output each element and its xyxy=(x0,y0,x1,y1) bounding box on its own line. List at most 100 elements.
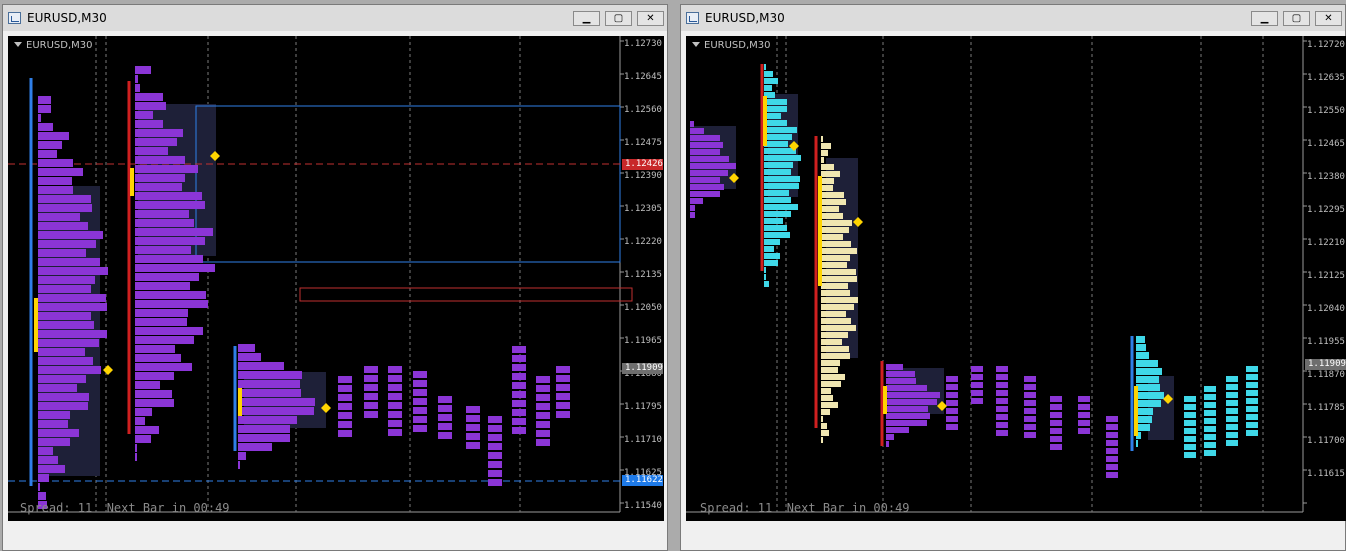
tpo-profile-cream xyxy=(821,234,843,240)
tpo-letter xyxy=(1050,412,1062,418)
tpo-profile-1 xyxy=(38,177,72,185)
chart-window-right[interactable]: EURUSD,M30 ▁ ▢ ✕ EURUSD,M30 1.12720 1.126… xyxy=(680,4,1346,551)
tpo-profile-cyan xyxy=(764,246,774,252)
tpo-profile-2 xyxy=(135,120,163,128)
poc-marker xyxy=(34,298,38,352)
tpo-letter xyxy=(388,366,402,373)
tpo-letter xyxy=(536,376,550,383)
tpo-profile-1 xyxy=(38,492,46,500)
chart-canvas[interactable] xyxy=(8,36,664,521)
tpo-letter xyxy=(536,439,550,446)
tpo-letter xyxy=(338,376,352,383)
price-axis-label: 1.12380 xyxy=(1307,172,1345,182)
horizontal-scrollbar[interactable] xyxy=(3,539,667,550)
price-tag: 1.12426 xyxy=(622,159,663,170)
tpo-letter xyxy=(1106,472,1118,478)
tpo-letter xyxy=(1204,418,1216,424)
tpo-profile-purple xyxy=(690,163,736,169)
tpo-letter xyxy=(1226,400,1238,406)
tpo-letter xyxy=(1204,386,1216,392)
tpo-profile-3 xyxy=(238,398,315,406)
minimize-button[interactable]: ▁ xyxy=(573,11,600,26)
tpo-profile-cream xyxy=(821,213,843,219)
tpo-letter xyxy=(946,376,958,382)
price-axis-label: 1.11965 xyxy=(624,336,662,346)
tpo-letter xyxy=(1246,422,1258,428)
tpo-letter xyxy=(996,406,1008,412)
price-tag: 1.11909 xyxy=(622,363,663,374)
tpo-profile-2 xyxy=(135,354,181,362)
tpo-letter xyxy=(1024,416,1036,422)
tpo-profile-cream xyxy=(821,143,831,149)
tpo-letter xyxy=(1204,426,1216,432)
tpo-profile-cyan xyxy=(764,190,789,196)
tpo-profile-cream xyxy=(821,297,858,303)
tpo-letter xyxy=(438,432,452,439)
tpo-profile-purple xyxy=(886,371,915,377)
tpo-profile-cream xyxy=(821,437,823,443)
tpo-letter xyxy=(388,420,402,427)
tpo-profile-purple xyxy=(690,177,720,183)
tpo-profile-2 xyxy=(135,75,138,83)
poc-marker xyxy=(763,96,767,146)
tpo-profile-cyan xyxy=(1136,416,1152,423)
close-button[interactable]: ✕ xyxy=(637,11,664,26)
tpo-profile-1 xyxy=(38,429,79,437)
maximize-button[interactable]: ▢ xyxy=(1283,11,1310,26)
tpo-profile-2 xyxy=(135,129,183,137)
tpo-letter xyxy=(946,408,958,414)
tpo-profile-cream xyxy=(821,276,857,282)
price-chart[interactable]: EURUSD,M30 1.12730 1.12645 1.12560 1.12475 1… xyxy=(8,36,664,521)
price-axis-label: 1.11955 xyxy=(1307,337,1345,347)
tpo-letter xyxy=(1024,400,1036,406)
tpo-profile-2 xyxy=(135,336,194,344)
window-title: EURUSD,M30 xyxy=(705,11,785,25)
tpo-letter xyxy=(996,414,1008,420)
maximize-button[interactable]: ▢ xyxy=(605,11,632,26)
tpo-letter xyxy=(466,415,480,422)
price-chart[interactable]: EURUSD,M30 1.12720 1.12635 1.12550 1.12465 1… xyxy=(686,36,1346,521)
tpo-letter xyxy=(1184,436,1196,442)
price-axis-label: 1.12135 xyxy=(624,270,662,280)
tpo-profile-cream xyxy=(821,423,827,429)
minimize-button[interactable]: ▁ xyxy=(1251,11,1278,26)
tpo-profile-1 xyxy=(38,348,85,356)
chart-symbol-label[interactable]: EURUSD,M30 xyxy=(692,40,770,51)
tpo-profile-2 xyxy=(135,210,189,218)
tpo-profile-1 xyxy=(38,339,99,347)
close-button[interactable]: ✕ xyxy=(1315,11,1342,26)
tpo-letter xyxy=(1050,428,1062,434)
chart-canvas[interactable] xyxy=(686,36,1346,521)
window-titlebar[interactable]: EURUSD,M30 ▁ ▢ ✕ xyxy=(3,5,667,31)
tpo-profile-cream xyxy=(821,199,846,205)
chart-symbol-label[interactable]: EURUSD,M30 xyxy=(14,40,92,51)
price-axis-label: 1.11785 xyxy=(1307,403,1345,413)
tpo-profile-cyan xyxy=(764,134,792,140)
tpo-letter xyxy=(536,412,550,419)
price-axis-label: 1.11615 xyxy=(1307,469,1345,479)
tpo-profile-cream xyxy=(821,416,823,422)
tpo-profile-purple xyxy=(690,156,729,162)
tpo-profile-2 xyxy=(135,84,140,92)
tpo-profile-1 xyxy=(38,411,70,419)
tpo-profile-1 xyxy=(38,159,73,167)
tpo-letter xyxy=(1184,404,1196,410)
tpo-profile-2 xyxy=(135,66,151,74)
tpo-letter xyxy=(388,429,402,436)
tpo-profile-1 xyxy=(38,195,91,203)
tpo-profile-3 xyxy=(238,362,284,370)
horizontal-scrollbar[interactable] xyxy=(681,539,1345,550)
price-axis-label: 1.12730 xyxy=(624,39,662,49)
tpo-profile-2 xyxy=(135,273,199,281)
window-titlebar[interactable]: EURUSD,M30 ▁ ▢ ✕ xyxy=(681,5,1345,31)
tpo-letter xyxy=(996,366,1008,372)
tpo-profile-purple xyxy=(886,406,928,412)
tpo-profile-cyan xyxy=(764,71,773,77)
tpo-profile-2 xyxy=(135,390,172,398)
price-tag: 1.11622 xyxy=(622,475,663,486)
tpo-profile-2 xyxy=(135,363,192,371)
tpo-letter xyxy=(536,403,550,410)
chart-window-left[interactable]: EURUSD,M30 ▁ ▢ ✕ EURUSD,M30 1.12730 1.126… xyxy=(2,4,668,551)
tpo-letter xyxy=(996,390,1008,396)
tpo-profile-cyan xyxy=(764,148,796,154)
